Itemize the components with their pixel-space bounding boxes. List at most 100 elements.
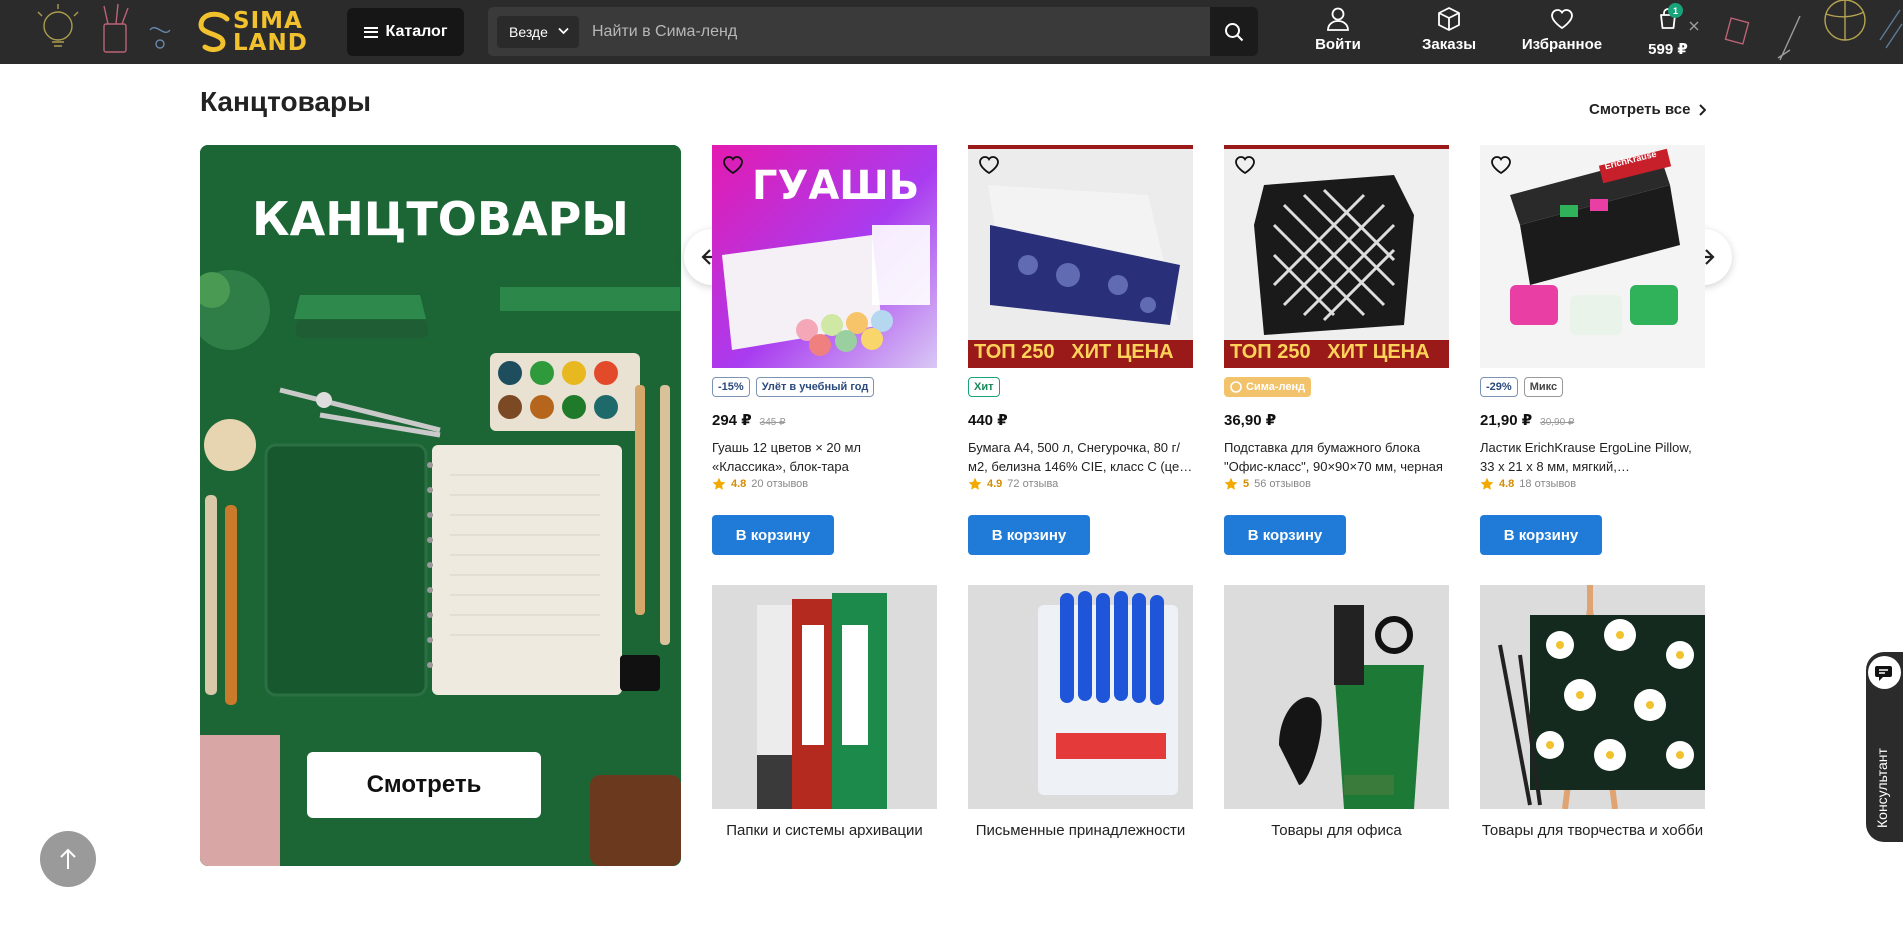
product-tags: -15% Улёт в учебный год [712, 377, 937, 397]
product-image-text: ТОП 250 ХИТ ЦЕНА [974, 341, 1174, 363]
favorites-label: Избранное [1521, 36, 1603, 53]
product-tags: Сима-ленд [1224, 377, 1449, 397]
menu-icon [363, 26, 378, 38]
category-label[interactable]: Папки и системы архивации [712, 819, 937, 842]
category-image[interactable] [968, 585, 1193, 809]
rating-value: 4.8 [731, 477, 747, 490]
product-price: 21,90 ₽ [1480, 412, 1533, 429]
product-title[interactable]: Бумага А4, 500 л, Снегурочка, 80 г/м2, б… [968, 438, 1193, 476]
login-label: Войти [1315, 36, 1361, 53]
product-title[interactable]: Гуашь 12 цветов × 20 мл «Классика», блок… [712, 438, 937, 476]
heart-icon[interactable] [1234, 155, 1256, 175]
category-tile[interactable]: Папки и системы архивации [712, 585, 937, 842]
cart-link[interactable]: 1 599 ₽ [1648, 3, 1688, 58]
login-link[interactable]: Войти [1314, 6, 1362, 58]
star-icon [1480, 477, 1494, 490]
search-input[interactable] [592, 7, 1192, 56]
add-to-cart-button[interactable]: В корзину [968, 515, 1090, 555]
product-illustration [1510, 148, 1680, 335]
product-old-price: 30,90 ₽ [1540, 417, 1575, 428]
rating-value: 4.9 [987, 477, 1003, 490]
scroll-to-top-button[interactable] [40, 831, 96, 887]
review-count[interactable]: 20 отзывов [751, 478, 808, 490]
discount-badge: -29% [1480, 377, 1518, 397]
user-icon [1327, 7, 1349, 31]
product-card[interactable]: ТОП 250 ХИТ ЦЕНА Хит 440 ₽ Бумага А4, 50… [968, 145, 1193, 555]
catalog-label: Каталог [385, 23, 448, 40]
product-price: 440 ₽ [968, 412, 1008, 429]
arrow-up-icon [60, 848, 76, 869]
rating-value: 5 [1243, 477, 1250, 490]
rating-value: 4.8 [1499, 477, 1515, 490]
promo-banner[interactable]: КАНЦТОВАРЫ Смотреть [200, 145, 681, 866]
cart-count-badge: 1 [1668, 3, 1683, 18]
search-bar: Везде [488, 7, 1258, 56]
heart-icon[interactable] [1490, 155, 1512, 175]
category-label[interactable]: Письменные принадлежности [968, 819, 1193, 842]
star-icon [968, 477, 982, 490]
add-to-cart-button[interactable]: В корзину [712, 515, 834, 555]
product-tags: Хит [968, 377, 1193, 397]
category-tile[interactable]: Товары для офиса [1224, 585, 1449, 842]
search-scope-value: Везде [509, 24, 548, 40]
product-illustration [968, 145, 1193, 368]
logo-text-bottom: LAND [233, 30, 308, 56]
category-image[interactable] [1480, 585, 1705, 809]
category-illustration [1038, 591, 1178, 795]
category-tile[interactable]: Письменные принадлежности [968, 585, 1193, 842]
review-count[interactable]: 18 отзывов [1519, 478, 1576, 490]
discount-badge: -15% [712, 377, 750, 397]
product-price: 294 ₽ [712, 412, 752, 429]
see-all-link[interactable]: Смотреть все [1589, 101, 1707, 118]
product-card[interactable]: ТОП 250 ХИТ ЦЕНА Сима-ленд 36,90 ₽ Подст… [1224, 145, 1449, 555]
heart-icon[interactable] [722, 155, 744, 175]
heart-icon[interactable] [978, 155, 1000, 175]
logo-mark-icon [198, 11, 230, 53]
product-tags: -29% Микс [1480, 377, 1705, 397]
promo-badge: Улёт в учебный год [755, 377, 875, 397]
star-icon [1224, 477, 1238, 490]
review-count[interactable]: 56 отзывов [1254, 478, 1311, 490]
add-to-cart-button[interactable]: В корзину [1480, 515, 1602, 555]
product-illustration [1224, 145, 1449, 368]
product-image[interactable]: ErichKrause [1480, 145, 1705, 368]
category-image[interactable] [712, 585, 937, 809]
promo-view-button[interactable]: Смотреть [307, 752, 541, 818]
product-image-text: ГУАШЬ [752, 163, 920, 209]
search-scope-select[interactable]: Везде [497, 16, 579, 48]
add-to-cart-button[interactable]: В корзину [1224, 515, 1346, 555]
hit-badge: Хит [968, 377, 1000, 397]
category-illustration [1498, 585, 1705, 809]
promo-title: КАНЦТОВАРЫ [252, 192, 629, 246]
category-tile[interactable]: Товары для творчества и хобби [1480, 585, 1705, 842]
mix-badge: Микс [1523, 377, 1564, 397]
product-card[interactable]: ГУАШЬ -15% Улёт в учебный год 294 ₽ 345 … [712, 145, 937, 555]
product-image[interactable]: ТОП 250 ХИТ ЦЕНА [1224, 145, 1449, 368]
consultant-label: Консультант [1874, 748, 1890, 828]
product-title[interactable]: Подставка для бумажного блока "Офис-клас… [1224, 438, 1449, 476]
logo-text-top: SIMA [233, 8, 303, 34]
catalog-button[interactable]: Каталог [347, 8, 464, 56]
category-illustration [757, 593, 887, 809]
product-title[interactable]: Ластик ErichKrause ErgoLine Pillow, 33 x… [1480, 438, 1705, 476]
favorites-link[interactable]: Избранное [1520, 6, 1604, 58]
category-label[interactable]: Товары для офиса [1224, 819, 1449, 842]
category-label[interactable]: Товары для творчества и хобби [1480, 819, 1705, 842]
orders-link[interactable]: Заказы [1421, 6, 1477, 58]
sima-land-logo[interactable]: SIMA LAND [197, 5, 321, 59]
review-count[interactable]: 72 отзыва [1007, 478, 1058, 490]
heart-icon [1551, 9, 1573, 30]
consultant-widget[interactable]: Консультант [1866, 652, 1903, 842]
brand-badge: Сима-ленд [1224, 377, 1312, 397]
search-button[interactable] [1210, 7, 1258, 56]
chat-icon [1868, 656, 1901, 689]
product-image[interactable]: ТОП 250 ХИТ ЦЕНА [968, 145, 1193, 368]
category-image[interactable] [1224, 585, 1449, 809]
box-icon [1438, 7, 1460, 31]
orders-label: Заказы [1421, 36, 1477, 53]
cart-total: 599 ₽ [1648, 41, 1688, 58]
product-card[interactable]: ErichKrause -29% Микс 21,90 ₽ 30,90 ₽ Ла… [1480, 145, 1705, 555]
product-image-text: ТОП 250 ХИТ ЦЕНА [1230, 341, 1430, 363]
product-image[interactable]: ГУАШЬ [712, 145, 937, 368]
category-illustration [1279, 605, 1424, 809]
